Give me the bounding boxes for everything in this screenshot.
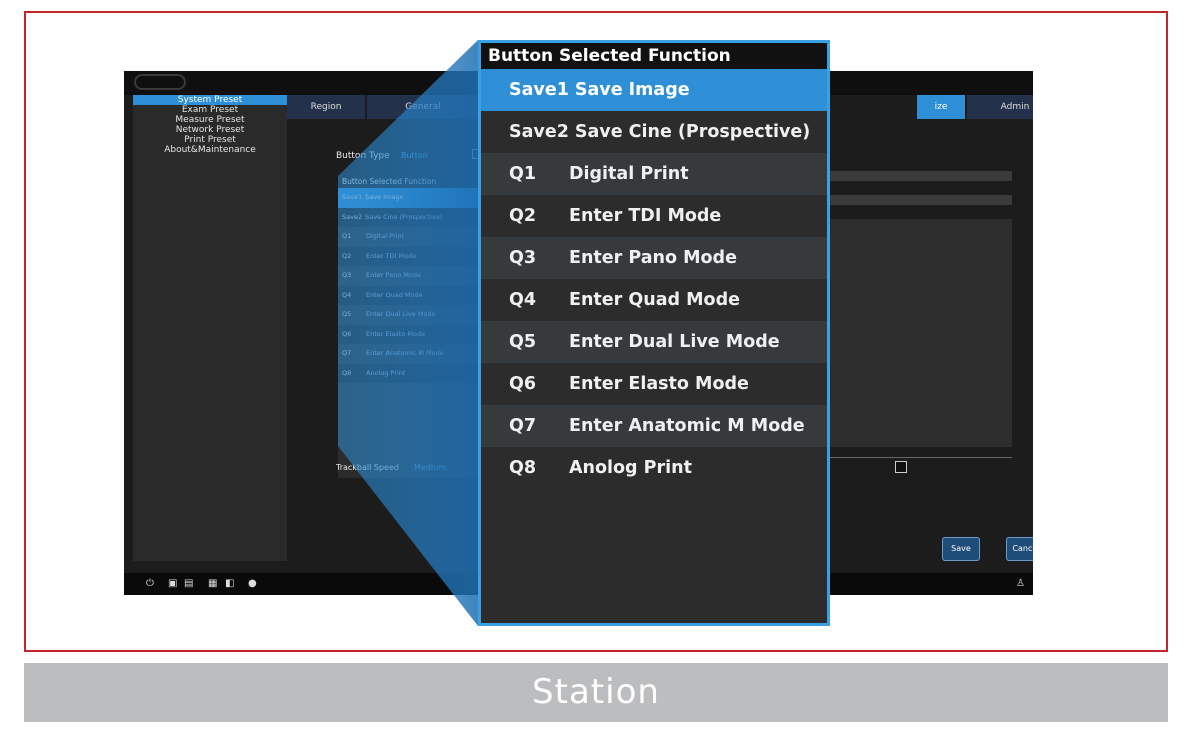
list-item-function: Anolog Print [366, 368, 406, 377]
list-item-button: Save2 [509, 122, 569, 142]
list-header: Button Selected Function [342, 177, 437, 186]
list-item-function: Enter Quad Mode [569, 290, 740, 310]
list-item-function: Save Image [574, 80, 690, 100]
right-field-1[interactable] [824, 171, 1012, 181]
list-item-button: Q8 [342, 368, 352, 377]
tab-region[interactable]: Region [287, 95, 365, 119]
tab-admin[interactable]: Admin [967, 95, 1033, 119]
list-item[interactable]: Save1 Save Image [481, 69, 827, 111]
list-item-function: Enter Anatomic M Mode [569, 416, 805, 436]
list-item-function: Anolog Print [569, 458, 692, 478]
page: System Preset Exam Preset Measure Preset… [0, 0, 1196, 747]
sidebar-item-network-preset[interactable]: Network Preset [133, 125, 287, 135]
list-item-function: Enter Quad Mode [366, 290, 423, 299]
clipboard-icon[interactable]: ▤ [184, 579, 193, 589]
caption-bar: Station [24, 663, 1168, 722]
button-type-select[interactable]: Button [401, 151, 428, 160]
zoom-list-header: Button Selected Function [481, 43, 827, 69]
right-field-2[interactable] [824, 195, 1012, 205]
list-item-function: Enter TDI Mode [366, 251, 417, 260]
sidebar-item-print-preset[interactable]: Print Preset [133, 135, 287, 145]
list-item[interactable]: Q4 Enter Quad Mode [338, 286, 478, 306]
list-item-function: Enter TDI Mode [569, 206, 722, 226]
list-item[interactable]: Q2 Enter TDI Mode [338, 247, 478, 267]
list-item-button: Q5 [509, 332, 537, 352]
function-list-zoom: Button Selected Function Save1 Save Image… [478, 40, 830, 626]
save-button[interactable]: Save [942, 537, 980, 561]
cancel-button[interactable]: Cancel [1006, 537, 1033, 561]
list-item-button: Q3 [509, 248, 537, 268]
list-item[interactable]: Save1 Save Image [338, 188, 478, 208]
tab-customize[interactable]: ize [917, 95, 965, 119]
list-item-button: Save1 [509, 80, 569, 100]
list-item-button: Save2 [342, 212, 363, 221]
list-item-function: Enter Elasto Mode [366, 329, 426, 338]
list-item[interactable]: Q6 Enter Elasto Mode [338, 325, 478, 345]
logo-icon [134, 74, 186, 90]
preset-sidebar: System Preset Exam Preset Measure Preset… [133, 95, 287, 561]
list-item-function: Digital Print [366, 232, 405, 240]
list-item-button: Q1 [509, 164, 537, 184]
sidebar-item-system-preset[interactable]: System Preset [133, 95, 287, 105]
disk-icon[interactable]: ◧ [225, 579, 234, 589]
list-empty-area [481, 489, 827, 623]
list-item-function: Save Cine (Prospective) [574, 122, 811, 142]
list-item-function: Enter Pano Mode [569, 248, 737, 268]
sidebar-item-about-maintenance[interactable]: About&Maintenance [133, 145, 287, 155]
list-item[interactable]: Q4 Enter Quad Mode [481, 279, 827, 321]
right-panel [824, 171, 1012, 459]
function-list-small: Button Selected Function Save1 Save Image… [338, 176, 478, 478]
list-item-button: Q2 [342, 251, 352, 260]
list-item[interactable]: Q5 Enter Dual Live Mode [481, 321, 827, 363]
list-item[interactable]: Q7 Enter Anatomic M Mode [481, 405, 827, 447]
list-item-function: Enter Dual Live Mode [569, 332, 780, 352]
list-item[interactable]: Q5 Enter Dual Live Mode [338, 305, 478, 325]
user-icon[interactable]: ♙ [1016, 579, 1025, 589]
list-item[interactable]: Q1 Digital Print [481, 153, 827, 195]
circle-icon[interactable]: ● [248, 579, 257, 589]
list-item-function: Digital Print [569, 164, 689, 184]
list-item-function: Enter Elasto Mode [569, 374, 749, 394]
divider [824, 457, 1012, 458]
list-item-button: Q4 [342, 290, 352, 299]
list-item-button: Q8 [509, 458, 537, 478]
list-item[interactable]: Save2 Save Cine (Prospective) [481, 111, 827, 153]
trackball-speed-select[interactable]: Medium [414, 463, 446, 472]
list-item-function: Enter Dual Live Mode [366, 310, 436, 318]
print-icon[interactable]: ▦ [208, 579, 217, 589]
list-item[interactable]: Q6 Enter Elasto Mode [481, 363, 827, 405]
image-icon[interactable]: ▣ [168, 579, 177, 589]
list-item-function: Save Cine (Prospective) [365, 212, 443, 221]
list-item-function: Save Image [365, 193, 404, 201]
right-box [824, 219, 1012, 447]
tab-general[interactable]: General [367, 95, 479, 119]
list-item-button: Q7 [509, 416, 537, 436]
list-item-button: Save1 [342, 193, 363, 201]
power-icon[interactable]: ⏻ [146, 579, 154, 589]
trackball-speed-label: Trackball Speed [336, 463, 399, 472]
list-item-button: Q6 [509, 374, 537, 394]
list-item-function: Enter Pano Mode [366, 271, 421, 279]
list-item-button: Q2 [509, 206, 537, 226]
sidebar-item-measure-preset[interactable]: Measure Preset [133, 115, 287, 125]
list-item-button: Q1 [342, 232, 352, 240]
list-item-button: Q3 [342, 271, 352, 279]
chevron-down-icon[interactable] [895, 461, 907, 473]
button-type-label: Button Type [336, 151, 390, 161]
list-item-button: Q5 [342, 310, 352, 318]
list-item-button: Q7 [342, 349, 352, 357]
list-item-button: Q4 [509, 290, 537, 310]
list-item[interactable]: Q8 Anolog Print [338, 364, 478, 384]
list-item[interactable]: Q3 Enter Pano Mode [481, 237, 827, 279]
list-item[interactable]: Q1 Digital Print [338, 227, 478, 247]
list-item[interactable]: Q3 Enter Pano Mode [338, 266, 478, 286]
list-item[interactable]: Q7 Enter Anatomic M Mode [338, 344, 478, 364]
list-item-function: Enter Anatomic M Mode [366, 349, 444, 357]
list-item[interactable]: Q8 Anolog Print [481, 447, 827, 489]
list-item[interactable]: Save2 Save Cine (Prospective) [338, 208, 478, 228]
list-item-button: Q6 [342, 329, 352, 338]
list-item[interactable]: Q2 Enter TDI Mode [481, 195, 827, 237]
sidebar-item-exam-preset[interactable]: Exam Preset [133, 105, 287, 115]
